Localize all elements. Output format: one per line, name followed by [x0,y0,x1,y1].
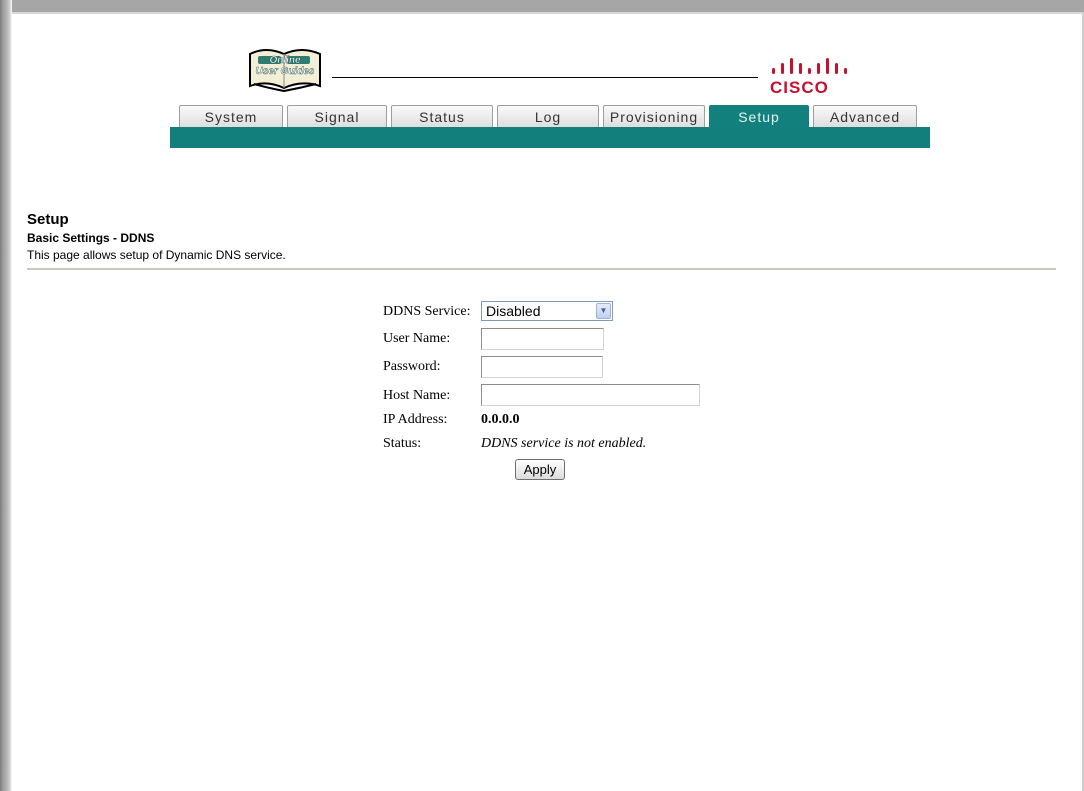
page-description: This page allows setup of Dynamic DNS se… [27,248,286,262]
host-name-label: Host Name: [383,388,451,403]
header-divider-line [332,77,758,78]
ddns-service-label: DDNS Service: [383,304,471,319]
window-frame-top [0,0,1084,12]
password-field[interactable] [481,356,603,378]
tab-provisioning[interactable]: Provisioning [603,105,705,127]
tab-advanced[interactable]: Advanced [813,105,917,127]
cisco-wordmark: CISCO [770,78,829,97]
tab-log[interactable]: Log [497,105,599,127]
tab-sub-bar [170,127,930,148]
ddns-service-select[interactable]: Disabled ▼ [481,301,613,321]
host-name-field[interactable] [481,384,700,406]
chevron-down-icon[interactable]: ▼ [596,303,611,319]
password-label: Password: [383,359,441,374]
user-name-field[interactable] [481,328,604,350]
tab-system[interactable]: System [179,105,283,127]
ip-address-label: IP Address: [383,412,448,427]
window-frame-inner-edge [12,12,1084,14]
tab-status[interactable]: Status [391,105,493,127]
ip-address-value: 0.0.0.0 [481,412,520,427]
ddns-service-selected-value: Disabled [486,303,541,319]
online-user-guides-icon[interactable]: Online User Guides [244,44,326,92]
page-title: Setup [27,211,69,228]
status-label: Status: [383,436,422,451]
logo-text-line1: Online [269,55,301,66]
tab-signal[interactable]: Signal [287,105,387,127]
window-frame-left [0,0,12,791]
section-divider [27,268,1056,270]
user-name-label: User Name: [383,331,451,346]
tab-setup[interactable]: Setup [709,105,809,127]
page-subtitle: Basic Settings - DDNS [27,231,155,245]
ddns-status-value: DDNS service is not enabled. [481,436,647,451]
logo-text-line2: User Guides [256,66,315,77]
apply-button[interactable]: Apply [515,459,565,480]
